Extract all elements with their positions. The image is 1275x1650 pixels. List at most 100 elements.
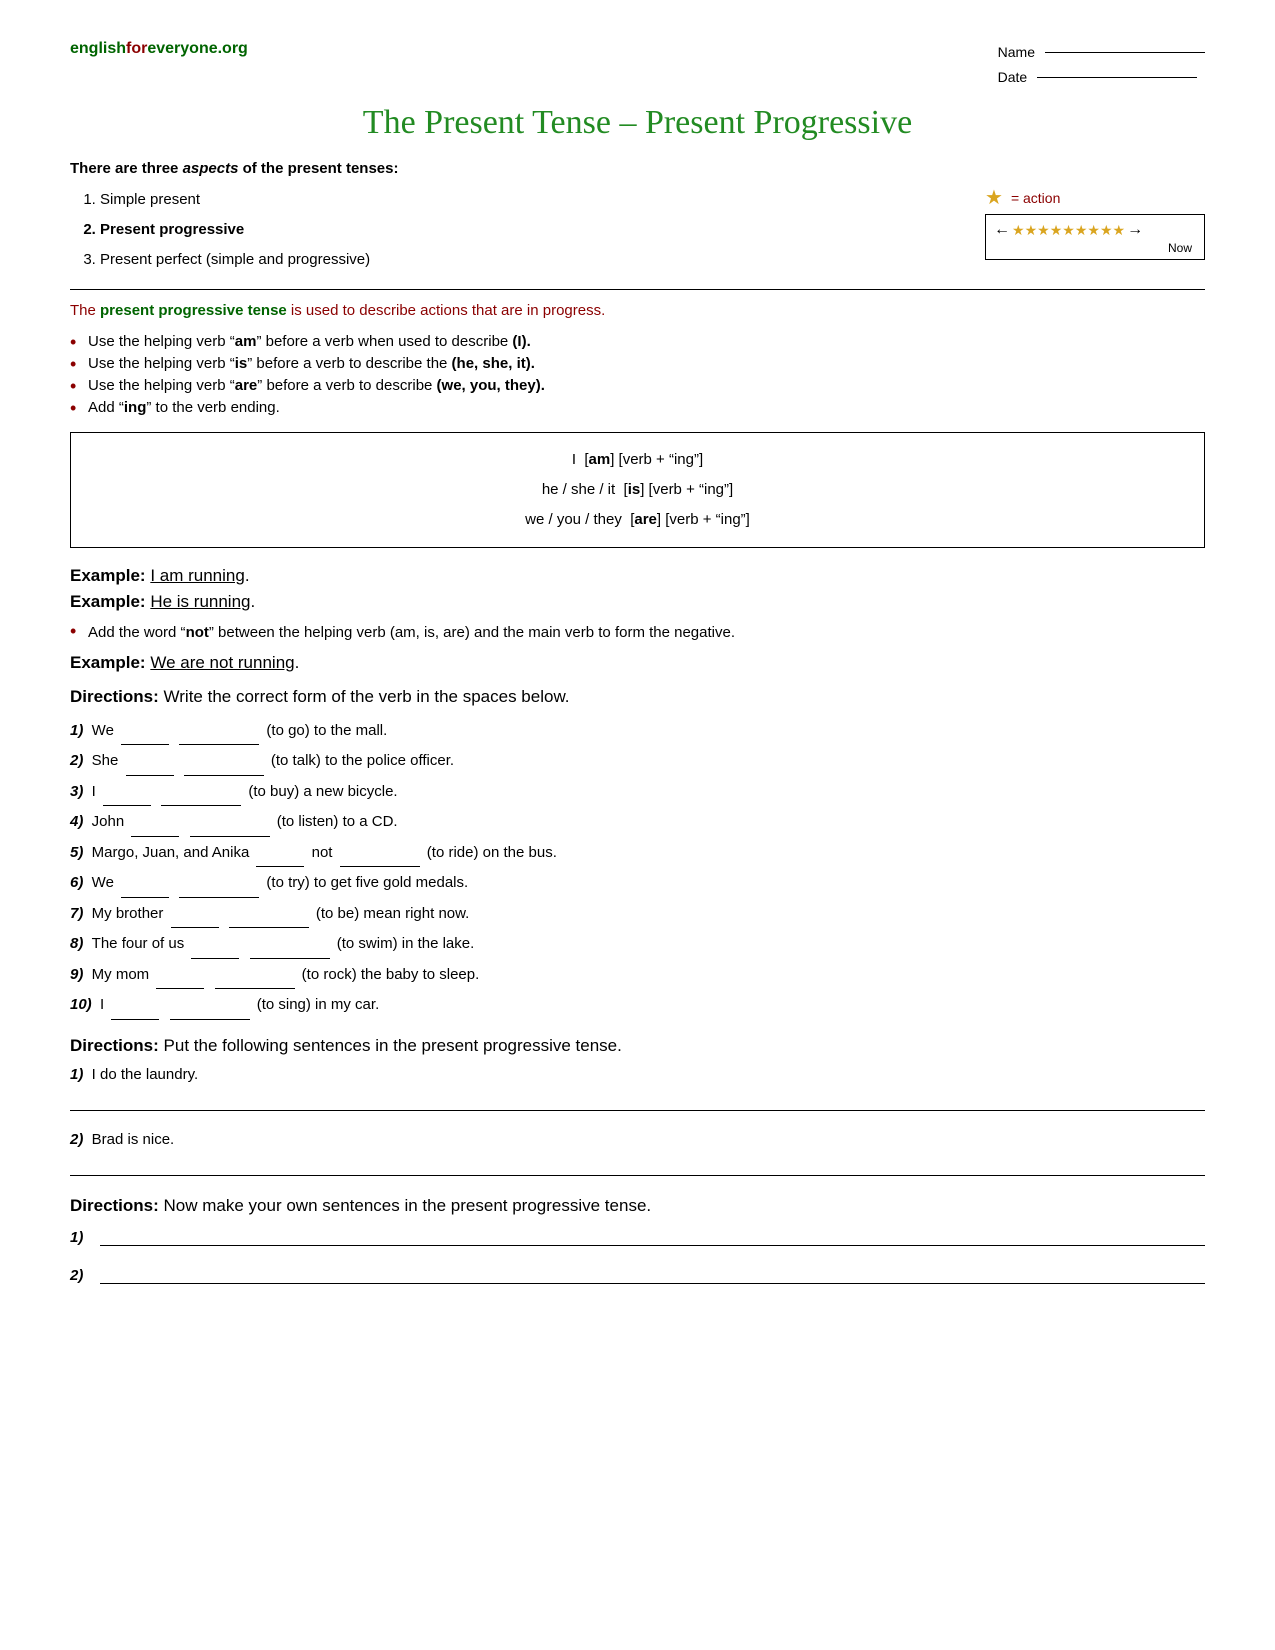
aspect-2-text: Present progressive <box>100 221 244 238</box>
star-4: ★ <box>1050 222 1063 239</box>
blank-9b[interactable] <box>215 988 295 989</box>
site-for: for <box>126 40 147 57</box>
timeline-box: ← ★ ★ ★ ★ ★ ★ ★ ★ ★ → Now <box>985 214 1205 260</box>
aspect-item-3: Present perfect (simple and progressive) <box>100 245 965 275</box>
star-5: ★ <box>1062 222 1075 239</box>
now-label: Now <box>994 241 1196 255</box>
example-negative: Example: We are not running. <box>70 653 1205 673</box>
transform-2: 2) Brad is nice. <box>70 1131 1205 1148</box>
directions-2-text: Put the following sentences in the prese… <box>164 1036 622 1055</box>
timeline-diagram: ★ = action ← ★ ★ ★ ★ ★ ★ ★ ★ ★ → Now <box>985 185 1205 260</box>
open-line-1: 1) <box>70 1226 1205 1246</box>
ex1-item-1: 1) We (to go) to the mall. <box>70 717 1205 746</box>
rules-list: Use the helping verb “am” before a verb … <box>70 333 1205 416</box>
ex1-item-6: 6) We (to try) to get five gold medals. <box>70 869 1205 898</box>
directions-3: Directions: Now make your own sentences … <box>70 1196 1205 1216</box>
blank-8a[interactable] <box>191 958 239 959</box>
left-arrow-icon: ← <box>994 221 1010 239</box>
answer-line-1[interactable] <box>70 1091 1205 1111</box>
single-star-icon: ★ <box>985 185 1003 210</box>
blank-4b[interactable] <box>190 836 270 837</box>
blank-5b[interactable] <box>340 866 420 867</box>
aspect-3-text: Present perfect (simple and progressive) <box>100 251 370 268</box>
exercise-1-list: 1) We (to go) to the mall. 2) She (to ta… <box>70 717 1205 1020</box>
rule-3: Use the helping verb “are” before a verb… <box>70 377 1205 394</box>
ex1-item-5: 5) Margo, Juan, and Anika not (to ride) … <box>70 839 1205 868</box>
blank-8b[interactable] <box>250 958 330 959</box>
directions-2-label: Directions: <box>70 1036 159 1055</box>
ex1-item-8: 8) The four of us (to swim) in the lake. <box>70 930 1205 959</box>
ex1-item-9: 9) My mom (to rock) the baby to sleep. <box>70 961 1205 990</box>
directions-3-label: Directions: <box>70 1196 159 1215</box>
action-row: ★ = action <box>985 185 1205 210</box>
example-2: Example: He is running. <box>70 592 1205 612</box>
right-arrow-icon: → <box>1127 221 1143 239</box>
ex1-item-10: 10) I (to sing) in my car. <box>70 991 1205 1020</box>
blank-7b[interactable] <box>229 927 309 928</box>
blank-2a[interactable] <box>126 775 174 776</box>
aspect-item-1: Simple present <box>100 185 965 215</box>
blank-3a[interactable] <box>103 805 151 806</box>
blank-3b[interactable] <box>161 805 241 806</box>
aspect-item-2: Present progressive <box>100 215 965 245</box>
open-line-2: 2) <box>70 1264 1205 1284</box>
formula-line-1: I [am] [verb + “ing”] <box>91 445 1184 475</box>
exercise-2-section: 1) I do the laundry. 2) Brad is nice. <box>70 1066 1205 1176</box>
open-num-2: 2) <box>70 1267 92 1284</box>
intro-section: Simple present Present progressive Prese… <box>70 185 1205 275</box>
site-name: englishforeveryone.org <box>70 40 248 58</box>
star-1: ★ <box>1012 222 1025 239</box>
directions-2: Directions: Put the following sentences … <box>70 1036 1205 1056</box>
blank-5a[interactable] <box>256 866 304 867</box>
directions-1-text: Write the correct form of the verb in th… <box>164 687 570 706</box>
example-1-text: I am running <box>150 566 245 585</box>
ex1-item-4: 4) John (to listen) to a CD. <box>70 808 1205 837</box>
aspect-1-text: Simple present <box>100 191 200 208</box>
name-date-block: Name Date <box>998 40 1205 90</box>
blank-1a[interactable] <box>121 744 169 745</box>
write-line-1[interactable] <box>100 1226 1205 1246</box>
name-label: Name <box>998 40 1035 65</box>
date-underline <box>1037 77 1197 78</box>
directions-1: Directions: Write the correct form of th… <box>70 687 1205 707</box>
open-num-1: 1) <box>70 1229 92 1246</box>
page-title: The Present Tense – Present Progressive <box>70 104 1205 142</box>
intro-text-2: of the present tenses: <box>238 160 398 177</box>
directions-1-label: Directions: <box>70 687 159 706</box>
negative-rule: Add the word “not” between the helping v… <box>70 622 1205 645</box>
example-neg-text: We are not running <box>150 653 294 672</box>
star-6: ★ <box>1075 222 1088 239</box>
blank-2b[interactable] <box>184 775 264 776</box>
answer-line-2[interactable] <box>70 1156 1205 1176</box>
blank-10b[interactable] <box>170 1019 250 1020</box>
directions-3-text: Now make your own sentences in the prese… <box>164 1196 652 1215</box>
intro-aspects: aspects <box>183 160 239 177</box>
blank-6b[interactable] <box>179 897 259 898</box>
blank-9a[interactable] <box>156 988 204 989</box>
transform-1: 1) I do the laundry. <box>70 1066 1205 1083</box>
write-line-2[interactable] <box>100 1264 1205 1284</box>
rule-4: Add “ing” to the verb ending. <box>70 399 1205 416</box>
blank-7a[interactable] <box>171 927 219 928</box>
site-org: .org <box>218 40 248 57</box>
star-3: ★ <box>1037 222 1050 239</box>
desc-highlight: present progressive tense <box>100 302 287 319</box>
example-2-text: He is running <box>150 592 250 611</box>
intro-text-1: There are three <box>70 160 183 177</box>
example-1-label: Example: <box>70 566 146 585</box>
example-2-label: Example: <box>70 592 146 611</box>
blank-4a[interactable] <box>131 836 179 837</box>
blank-6a[interactable] <box>121 897 169 898</box>
ex1-item-7: 7) My brother (to be) mean right now. <box>70 900 1205 929</box>
blank-1b[interactable] <box>179 744 259 745</box>
star-2: ★ <box>1025 222 1038 239</box>
date-label: Date <box>998 65 1028 90</box>
star-9: ★ <box>1113 222 1126 239</box>
page-header: englishforeveryone.org Name Date <box>70 40 1205 90</box>
site-everyone: everyone <box>147 40 217 57</box>
blank-10a[interactable] <box>111 1019 159 1020</box>
name-underline <box>1045 52 1205 53</box>
formula-box: I [am] [verb + “ing”] he / she / it [is]… <box>70 432 1205 548</box>
timeline-arrow-row: ← ★ ★ ★ ★ ★ ★ ★ ★ ★ → <box>994 221 1196 239</box>
star-8: ★ <box>1100 222 1113 239</box>
